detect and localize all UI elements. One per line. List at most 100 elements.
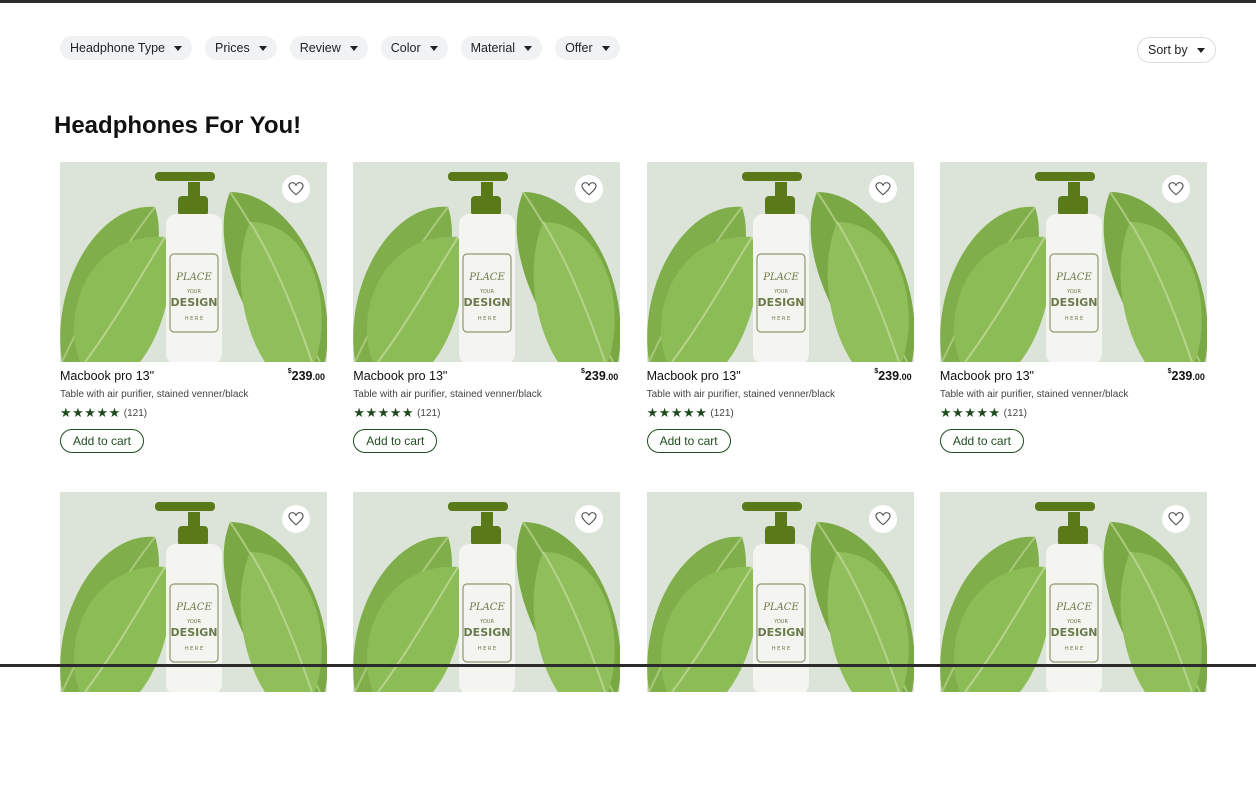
price-main: 239: [291, 369, 313, 383]
product-image[interactable]: PLACE YOUR DESIGN H E R E: [939, 492, 1207, 692]
price-currency: $: [874, 368, 879, 375]
product-card[interactable]: PLACE YOUR DESIGN H E R E: [939, 492, 1207, 786]
price-main: 239: [1171, 369, 1193, 383]
product-image[interactable]: PLACE YOUR DESIGN H E R E: [646, 162, 914, 362]
bottle-label-line4: H E R E: [185, 316, 203, 322]
caret-down-icon: [349, 45, 358, 51]
product-description: Table with air purifier, stained venner/…: [353, 389, 542, 400]
star-rating-icons: ★★★★★: [353, 405, 415, 420]
filter-label: Prices: [215, 41, 250, 55]
bottle-label-line1: PLACE: [1055, 272, 1092, 283]
filter-prices[interactable]: Prices: [205, 36, 277, 60]
bottle-label-line3: DESIGN: [757, 626, 804, 639]
heart-outline-icon: [875, 512, 891, 526]
bottle-label-line4: H E R E: [185, 646, 203, 652]
bottle-label-line3: DESIGN: [171, 296, 218, 309]
heart-outline-icon: [288, 182, 304, 196]
product-image[interactable]: PLACE YOUR DESIGN H E R E: [60, 492, 327, 692]
price-currency: $: [581, 368, 585, 375]
add-to-cart-button[interactable]: Add to cart: [939, 429, 1024, 453]
price-main: 239: [584, 369, 606, 383]
product-info: Macbook pro 13" $239.00 Table with air p…: [60, 362, 327, 453]
star-rating-icons: ★★★★★: [939, 405, 1001, 420]
price-currency: $: [287, 368, 292, 375]
filter-material[interactable]: Material: [460, 36, 543, 60]
product-card[interactable]: PLACE YOUR DESIGN H E R E Macbook pro 13…: [353, 162, 621, 456]
wishlist-button[interactable]: [868, 505, 897, 533]
bottle-label-line1: PLACE: [762, 272, 799, 283]
wishlist-button[interactable]: [282, 505, 310, 533]
bottle-label-line2: YOUR: [1066, 619, 1081, 625]
product-image[interactable]: PLACE YOUR DESIGN H E R E: [646, 492, 914, 692]
product-rating: ★★★★★ (121): [353, 405, 620, 421]
add-to-cart-button[interactable]: Add to cart: [353, 429, 438, 453]
product-description: Table with air purifier, stained venner/…: [939, 389, 1129, 400]
filter-offer[interactable]: Offer: [555, 36, 620, 60]
price-cents: .00: [605, 372, 619, 382]
heart-outline-icon: [288, 512, 304, 526]
product-price: $239.00: [1168, 368, 1205, 383]
bottle-label-line4: H E R E: [478, 316, 496, 322]
product-description: Table with air purifier, stained venner/…: [646, 389, 836, 400]
product-card[interactable]: PLACE YOUR DESIGN H E R E: [353, 492, 621, 786]
caret-down-icon: [601, 45, 610, 51]
star-rating-icons: ★★★★★: [60, 405, 121, 420]
bottle-label-line3: DESIGN: [1050, 296, 1097, 309]
caret-down-icon: [174, 45, 182, 51]
product-image[interactable]: PLACE YOUR DESIGN H E R E: [353, 492, 621, 692]
page-title: Headphones For You!: [54, 112, 302, 139]
price-cents: .00: [1192, 372, 1205, 382]
bottle-label-line2: YOUR: [1066, 289, 1081, 295]
review-count: (121): [417, 407, 441, 419]
bottle-label-line1: PLACE: [1055, 602, 1092, 613]
filter-label: Headphone Type: [70, 41, 165, 55]
product-card[interactable]: PLACE YOUR DESIGN H E R E Macbook pro 13…: [646, 162, 914, 456]
bottle-label-line4: H E R E: [1065, 646, 1083, 652]
caret-down-icon: [429, 45, 438, 51]
filter-review[interactable]: Review: [289, 36, 368, 60]
filter-label: Color: [390, 41, 421, 55]
bottle-label-line3: DESIGN: [464, 626, 511, 639]
product-price: $239.00: [287, 368, 325, 383]
product-image[interactable]: PLACE YOUR DESIGN H E R E: [353, 162, 621, 362]
product-info: Macbook pro 13" $239.00 Table with air p…: [939, 362, 1207, 453]
bottle-label-line1: PLACE: [469, 272, 506, 283]
product-card[interactable]: PLACE YOUR DESIGN H E R E: [646, 492, 914, 786]
bottle-label-line1: PLACE: [175, 272, 212, 283]
wishlist-button[interactable]: [282, 175, 310, 203]
product-rating: ★★★★★ (121): [647, 405, 914, 421]
price-cents: .00: [899, 372, 912, 382]
wishlist-button[interactable]: [1161, 175, 1190, 203]
caret-down-icon: [1196, 47, 1205, 53]
top-border: [0, 0, 1256, 3]
review-count: (121): [123, 407, 148, 419]
bottle-label-line1: PLACE: [762, 602, 799, 613]
sort-by-label: Sort by: [1148, 43, 1188, 57]
bottle-label-line3: DESIGN: [464, 296, 511, 309]
heart-outline-icon: [1168, 512, 1184, 526]
sort-by-dropdown[interactable]: Sort by: [1137, 37, 1216, 63]
add-to-cart-button[interactable]: Add to cart: [60, 429, 144, 453]
add-to-cart-button[interactable]: Add to cart: [646, 429, 731, 453]
wishlist-button[interactable]: [868, 175, 897, 203]
product-image[interactable]: PLACE YOUR DESIGN H E R E: [60, 162, 327, 362]
product-rating: ★★★★★ (121): [60, 405, 327, 421]
filter-headphone-type[interactable]: Headphone Type: [60, 36, 192, 60]
bottle-label-line4: H E R E: [478, 646, 496, 652]
caret-down-icon: [258, 45, 267, 51]
filter-label: Review: [299, 41, 341, 55]
bottle-label-line1: PLACE: [175, 602, 212, 613]
bottle-label-line1: PLACE: [469, 602, 506, 613]
heart-outline-icon: [875, 182, 891, 196]
product-rating: ★★★★★ (121): [940, 405, 1207, 421]
product-image[interactable]: PLACE YOUR DESIGN H E R E: [939, 162, 1207, 362]
bottle-label-line4: H E R E: [1065, 316, 1083, 322]
filter-label: Offer: [565, 41, 593, 55]
filter-color[interactable]: Color: [380, 36, 448, 60]
bottle-label-line4: H E R E: [771, 316, 789, 322]
product-card[interactable]: PLACE YOUR DESIGN H E R E Macbook pro 13…: [60, 162, 327, 456]
wishlist-button[interactable]: [1161, 505, 1190, 533]
bottle-label-line4: H E R E: [771, 646, 789, 652]
product-card[interactable]: PLACE YOUR DESIGN H E R E Macbook pro 13…: [939, 162, 1207, 456]
product-card[interactable]: PLACE YOUR DESIGN H E R E: [60, 492, 327, 786]
